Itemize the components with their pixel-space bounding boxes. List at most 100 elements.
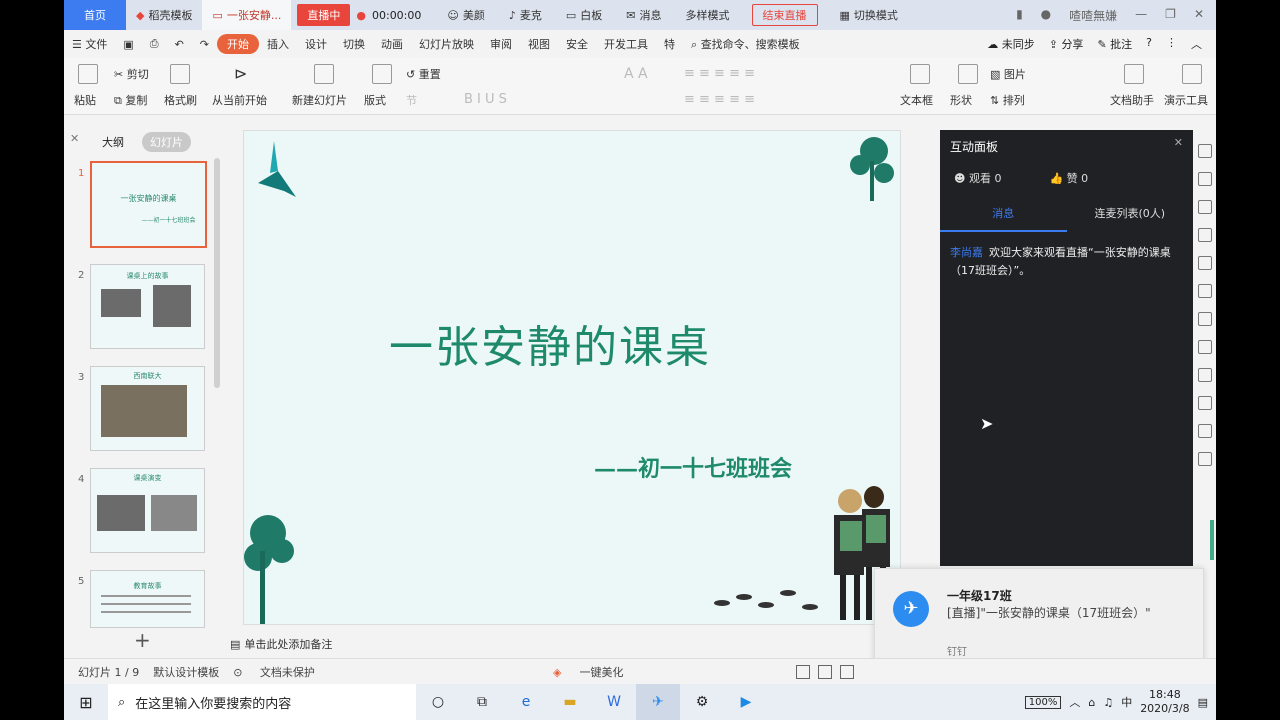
outline-tab[interactable]: 大纲	[94, 132, 132, 152]
whiteboard-button[interactable]: ▭ 白板	[554, 7, 614, 23]
font-size-controls[interactable]: A A	[624, 66, 648, 82]
reset-button[interactable]: ↺ 重置	[406, 66, 441, 82]
frame-tool-icon[interactable]	[1198, 452, 1212, 466]
more-icon[interactable]: ⋮	[1166, 36, 1177, 52]
present-tools-button[interactable]: 演示工具	[1164, 92, 1208, 108]
copy-button[interactable]: ⧉ 复制	[114, 92, 147, 108]
assistant-icon[interactable]	[1124, 64, 1144, 84]
slide-thumbnail-5[interactable]: 教育故事	[90, 570, 205, 628]
user-name[interactable]: 喳喳無嫌	[1069, 7, 1117, 24]
menu-tab-security[interactable]: 安全	[558, 36, 596, 52]
tab-messages[interactable]: 消息	[940, 202, 1067, 232]
align-icons[interactable]: ≡ ≡ ≡ ≡ ≡	[684, 92, 755, 107]
textbox-icon[interactable]	[910, 64, 930, 84]
edge-icon[interactable]: e	[504, 684, 548, 720]
volume-icon[interactable]: ♫	[1103, 696, 1113, 709]
close-pane-icon[interactable]: ✕	[70, 132, 79, 145]
layout-icon[interactable]	[372, 64, 392, 84]
chart-tool-icon[interactable]	[1198, 340, 1212, 354]
ime-icon[interactable]: 中	[1121, 694, 1132, 710]
present-tools-icon[interactable]	[1182, 64, 1202, 84]
clock[interactable]: 18:48 2020/3/8	[1140, 688, 1189, 716]
minimize-icon[interactable]: —	[1135, 7, 1147, 24]
doc-protection[interactable]: ⊙ 文档未保护	[233, 664, 315, 680]
file-menu[interactable]: ☰ 文件	[64, 36, 115, 52]
collapse-icon[interactable]: ︿	[1191, 36, 1202, 52]
tab-mic-list[interactable]: 连麦列表(0人)	[1067, 202, 1194, 232]
table-icon[interactable]	[1198, 284, 1212, 298]
settings-tool-icon[interactable]	[1198, 228, 1212, 242]
paint-icon[interactable]	[1198, 256, 1212, 270]
format-painter-icon[interactable]	[170, 64, 190, 84]
multi-mode-button[interactable]: 多样模式	[674, 7, 742, 23]
menu-tab-slideshow[interactable]: 幻灯片放映	[411, 36, 482, 52]
print-icon[interactable]: ⎙	[142, 37, 167, 51]
section-button[interactable]: 节	[406, 92, 417, 108]
redo-icon[interactable]: ↷	[192, 38, 217, 51]
textbox-button[interactable]: 文本框	[900, 92, 933, 108]
new-slide-button[interactable]: 新建幻灯片	[292, 92, 347, 108]
cut-button[interactable]: ✂ 剪切	[114, 66, 149, 82]
paragraph-icons[interactable]: ≡ ≡ ≡ ≡ ≡	[684, 66, 755, 81]
comment-button[interactable]: ✎ 批注	[1097, 36, 1132, 52]
doc-assistant-button[interactable]: 文档助手	[1110, 92, 1154, 108]
wps-writer-icon[interactable]: W	[592, 684, 636, 720]
slide-thumbnail-1[interactable]: 一张安静的课桌 ——初一十七班班会	[90, 161, 207, 248]
command-search[interactable]: ⌕ 查找命令、搜索模板	[683, 36, 808, 52]
windows-start-icon[interactable]: ⊞	[64, 693, 108, 712]
menu-tab-special[interactable]: 特	[656, 36, 683, 52]
switch-mode-button[interactable]: ▦ 切换模式	[828, 7, 910, 23]
slide-canvas[interactable]: 一张安静的课桌 ——初一十七班班会	[243, 130, 901, 625]
tablet-icon[interactable]: ▮	[1016, 7, 1023, 24]
panel-close-icon[interactable]: ✕	[1174, 136, 1183, 149]
task-view-icon[interactable]: ⧉	[460, 684, 504, 720]
slide-thumbnail-4[interactable]: 课桌演变	[90, 468, 205, 553]
copy-tool-icon[interactable]	[1198, 200, 1212, 214]
network-icon[interactable]: ⌂	[1088, 696, 1095, 709]
message-button[interactable]: ✉ 消息	[614, 7, 673, 23]
dingtalk-taskbar-icon[interactable]: ✈	[636, 684, 680, 720]
menu-tab-animation[interactable]: 动画	[373, 36, 411, 52]
paste-button[interactable]: 粘贴	[74, 92, 96, 108]
menu-tab-view[interactable]: 视图	[520, 36, 558, 52]
battery-icon[interactable]: 100%	[1024, 695, 1062, 709]
settings-icon[interactable]: ⚙	[680, 684, 724, 720]
normal-view-icon[interactable]	[818, 665, 832, 679]
menu-tab-transition[interactable]: 切换	[335, 36, 373, 52]
picture-button[interactable]: ▧ 图片	[990, 66, 1026, 82]
play-from-current-button[interactable]: 从当前开始	[212, 92, 267, 108]
end-live-button[interactable]: 结束直播	[751, 4, 818, 26]
menu-tab-insert[interactable]: 插入	[259, 36, 297, 52]
home-tab[interactable]: 首页	[64, 0, 126, 30]
notes-view-icon[interactable]	[796, 665, 810, 679]
pane-scrollbar[interactable]	[214, 158, 220, 388]
beautify-button[interactable]: ◈ 一键美化	[539, 664, 623, 680]
restore-icon[interactable]: ❐	[1165, 7, 1176, 24]
add-slide-icon[interactable]: +	[134, 628, 151, 652]
media-app-icon[interactable]: ▶	[724, 684, 768, 720]
right-scrollbar[interactable]	[1210, 520, 1214, 560]
menu-tab-start[interactable]: 开始	[217, 34, 260, 54]
layout-button[interactable]: 版式	[364, 92, 386, 108]
new-slide-icon[interactable]	[314, 64, 334, 84]
shape-tool-icon[interactable]	[1198, 172, 1212, 186]
close-icon[interactable]: ✕	[1194, 7, 1204, 24]
menu-tab-design[interactable]: 设计	[297, 36, 335, 52]
cortana-icon[interactable]: ○	[416, 684, 460, 720]
share-button[interactable]: ⇪ 分享	[1049, 36, 1084, 52]
shape-icon[interactable]	[958, 64, 978, 84]
undo-icon[interactable]: ↶	[167, 38, 192, 51]
menu-tab-review[interactable]: 审阅	[482, 36, 520, 52]
taskbar-search-box[interactable]: ⌕ 在这里输入你要搜索的内容	[108, 684, 416, 720]
star-icon[interactable]	[1198, 144, 1212, 158]
template-tab[interactable]: ◆ 稻壳模板	[126, 0, 202, 30]
slide-title[interactable]: 一张安静的课桌	[389, 311, 711, 375]
template-name[interactable]: 默认设计模板	[153, 664, 219, 680]
slide-thumbnail-3[interactable]: 西南联大	[90, 366, 205, 451]
paste-icon[interactable]	[78, 64, 98, 84]
play-icon[interactable]: ⊳	[234, 64, 247, 83]
help-icon[interactable]: ?	[1146, 36, 1152, 52]
document-tab[interactable]: ▭ 一张安静...	[202, 0, 292, 30]
sorter-view-icon[interactable]	[840, 665, 854, 679]
beauty-button[interactable]: ☺ 美颜	[435, 7, 496, 23]
